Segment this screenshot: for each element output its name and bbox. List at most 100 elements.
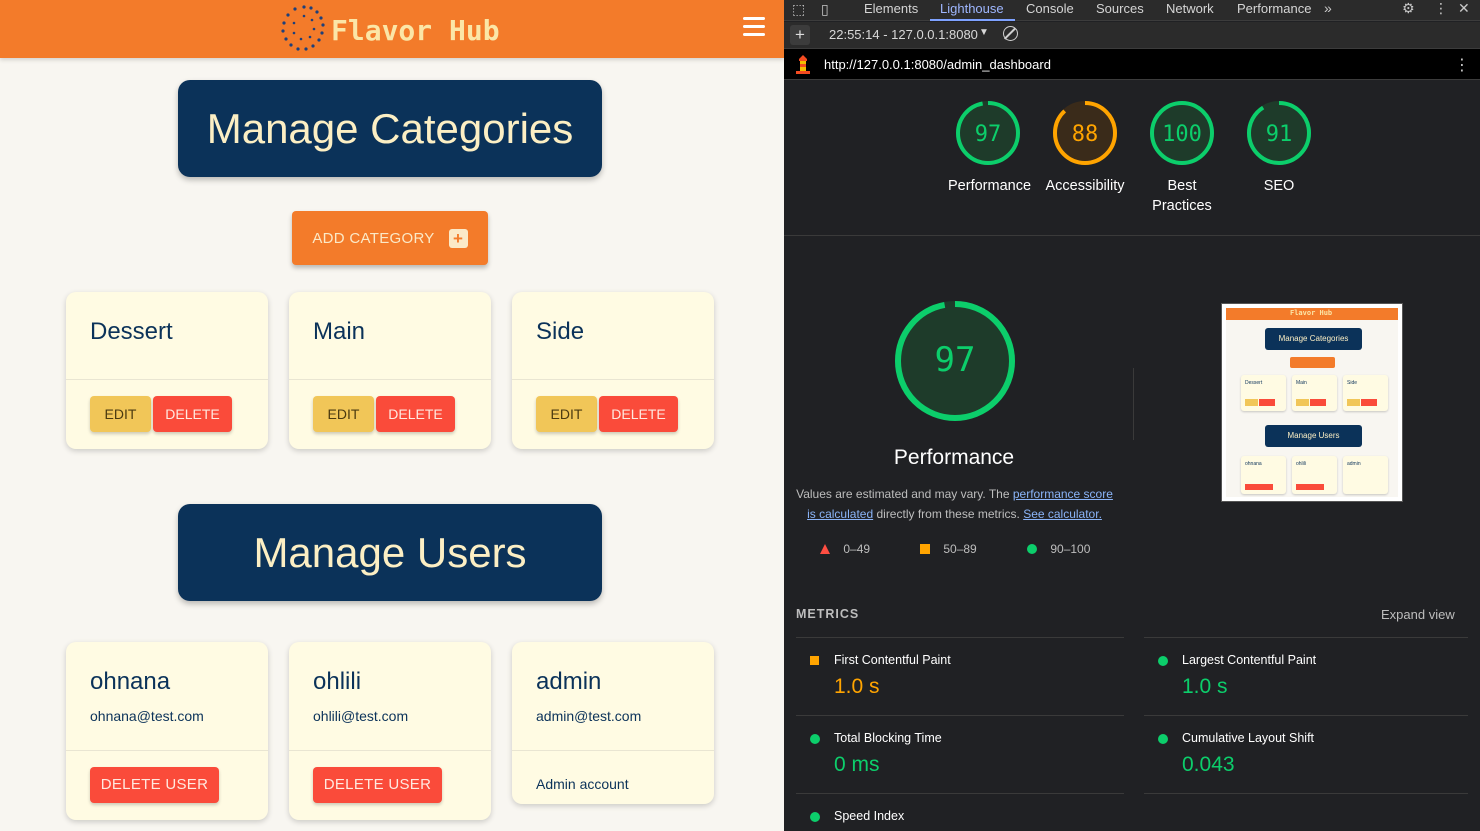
dropdown-caret-icon[interactable]: ▼ bbox=[979, 27, 989, 38]
app-header: Flavor Hub bbox=[0, 0, 784, 58]
divider bbox=[796, 715, 1124, 716]
gauge-label: SEO bbox=[1263, 178, 1295, 194]
gauge-ring: 100 bbox=[1150, 101, 1214, 165]
user-card: ohlili ohlili@test.com DELETE USER bbox=[289, 642, 491, 820]
plus-icon: + bbox=[448, 228, 468, 248]
brand-name[interactable]: Flavor Hub bbox=[331, 14, 500, 47]
gauge-accessibility[interactable]: 88 Accessibility bbox=[1045, 100, 1125, 196]
logo-icon bbox=[281, 5, 325, 51]
category-card: Main EDIT DELETE bbox=[289, 292, 491, 449]
device-toolbar-icon[interactable]: ▯ bbox=[821, 1, 829, 18]
gauge-score: 97 bbox=[975, 122, 1002, 147]
see-calculator-link[interactable]: See calculator. bbox=[1023, 507, 1102, 521]
score-description: Values are estimated and may vary. The p… bbox=[796, 487, 1113, 521]
gauge-label: Performance bbox=[948, 178, 1032, 194]
gauge-ring: 88 bbox=[1053, 101, 1117, 165]
page-screenshot-thumbnail[interactable]: Flavor Hub Manage Categories Dessert Mai… bbox=[1221, 303, 1403, 502]
category-card: Dessert EDIT DELETE bbox=[66, 292, 268, 449]
divider bbox=[796, 793, 1124, 794]
tab-console[interactable]: Console bbox=[1026, 1, 1074, 16]
close-icon[interactable]: ✕ bbox=[1458, 0, 1470, 17]
lighthouse-icon bbox=[796, 55, 810, 74]
user-name: admin bbox=[536, 668, 602, 695]
tab-network[interactable]: Network bbox=[1166, 1, 1214, 16]
triangle-icon bbox=[820, 544, 830, 554]
categories-heading: Manage Categories bbox=[178, 80, 602, 177]
divider bbox=[1144, 637, 1468, 638]
delete-user-button[interactable]: DELETE USER bbox=[90, 767, 219, 803]
thumb-users-heading: Manage Users bbox=[1265, 425, 1362, 447]
more-tabs-icon[interactable]: » bbox=[1324, 0, 1332, 16]
metrics-heading: METRICS bbox=[796, 607, 860, 621]
thumb-categories-heading: Manage Categories bbox=[1265, 328, 1362, 350]
kebab-menu-icon[interactable]: ⋮ bbox=[1434, 0, 1448, 17]
add-category-button[interactable]: ADD CATEGORY + bbox=[292, 211, 488, 265]
category-name: Main bbox=[313, 318, 366, 345]
circle-icon bbox=[810, 812, 820, 822]
legend-fail: 0–49 bbox=[820, 542, 870, 556]
expand-view-toggle[interactable]: Expand view bbox=[1381, 607, 1455, 622]
performance-main-gauge: 97 bbox=[895, 301, 1015, 421]
legend-pass: 90–100 bbox=[1027, 542, 1090, 556]
thumb-brand: Flavor Hub bbox=[1290, 309, 1333, 317]
delete-category-button[interactable]: DELETE bbox=[376, 396, 455, 432]
category-name: Dessert bbox=[90, 318, 173, 345]
new-report-plus-icon[interactable]: + bbox=[790, 25, 810, 45]
category-card: Side EDIT DELETE bbox=[512, 292, 714, 449]
user-email: ohnana@test.com bbox=[90, 708, 204, 724]
divider-vertical bbox=[1133, 368, 1134, 440]
lighthouse-toolbar: + 22:55:14 - 127.0.0.1:8080 ▼ bbox=[784, 22, 1480, 49]
circle-icon bbox=[1027, 544, 1037, 554]
gauge-ring: 97 bbox=[956, 101, 1020, 165]
edit-category-button[interactable]: EDIT bbox=[536, 396, 597, 432]
gauge-best-practices[interactable]: 100 Best Practices bbox=[1142, 100, 1222, 216]
user-email: admin@test.com bbox=[536, 708, 642, 724]
delete-category-button[interactable]: DELETE bbox=[599, 396, 678, 432]
divider bbox=[784, 235, 1480, 236]
edit-category-button[interactable]: EDIT bbox=[313, 396, 374, 432]
gauge-performance[interactable]: 97 Performance bbox=[948, 100, 1032, 196]
delete-category-button[interactable]: DELETE bbox=[153, 396, 232, 432]
devtools-panel: ⬚ ▯ Elements Lighthouse Console Sources … bbox=[784, 0, 1480, 831]
divider bbox=[796, 637, 1124, 638]
legend-average: 50–89 bbox=[920, 542, 977, 556]
category-name: Side bbox=[536, 318, 585, 345]
main-score-label: Performance bbox=[893, 446, 1015, 469]
report-url-bar: http://127.0.0.1:8080/admin_dashboard ⋮ bbox=[784, 49, 1480, 80]
user-card: admin admin@test.com Admin account bbox=[512, 642, 714, 804]
gauge-score: 91 bbox=[1266, 122, 1293, 147]
devtools-tabbar: ⬚ ▯ Elements Lighthouse Console Sources … bbox=[784, 0, 1480, 21]
gauge-score: 88 bbox=[1072, 122, 1099, 147]
divider bbox=[1144, 793, 1468, 794]
users-heading: Manage Users bbox=[178, 504, 602, 601]
user-card: ohnana ohnana@test.com DELETE USER bbox=[66, 642, 268, 820]
circle-icon bbox=[1158, 734, 1168, 744]
circle-icon bbox=[810, 734, 820, 744]
circle-icon bbox=[1158, 656, 1168, 666]
settings-gear-icon[interactable]: ⚙ bbox=[1402, 0, 1415, 17]
user-email: ohlili@test.com bbox=[313, 708, 409, 724]
report-menu-icon[interactable]: ⋮ bbox=[1454, 55, 1470, 75]
delete-user-button[interactable]: DELETE USER bbox=[313, 767, 442, 803]
gauge-label: Best Practices bbox=[1152, 178, 1212, 214]
tab-lighthouse[interactable]: Lighthouse bbox=[940, 1, 1004, 16]
gauge-seo[interactable]: 91 SEO bbox=[1239, 100, 1319, 196]
hamburger-menu-icon[interactable] bbox=[743, 17, 765, 37]
screen: Flavor Hub Manage Categories ADD CATEGOR… bbox=[0, 0, 1480, 831]
clear-reports-icon[interactable] bbox=[1003, 26, 1018, 41]
gauge-score: 100 bbox=[1162, 122, 1202, 147]
main-score: 97 bbox=[935, 340, 976, 380]
tab-performance[interactable]: Performance bbox=[1237, 1, 1311, 16]
gauge-label: Accessibility bbox=[1045, 178, 1125, 194]
tab-sources[interactable]: Sources bbox=[1096, 1, 1144, 16]
active-tab-indicator bbox=[930, 19, 1015, 21]
user-name: ohnana bbox=[90, 668, 171, 695]
inspect-element-icon[interactable]: ⬚ bbox=[792, 1, 805, 18]
tab-elements[interactable]: Elements bbox=[864, 1, 918, 16]
edit-category-button[interactable]: EDIT bbox=[90, 396, 151, 432]
admin-account-note: Admin account bbox=[536, 776, 629, 792]
square-icon bbox=[920, 544, 930, 554]
divider bbox=[1144, 715, 1468, 716]
report-url[interactable]: http://127.0.0.1:8080/admin_dashboard bbox=[824, 57, 1051, 72]
report-selector[interactable]: 22:55:14 - 127.0.0.1:8080 bbox=[829, 27, 978, 42]
